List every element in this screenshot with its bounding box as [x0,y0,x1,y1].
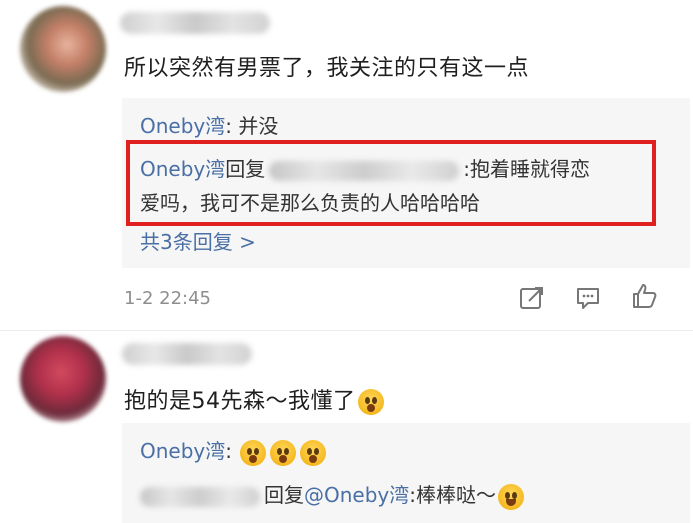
comment-icon[interactable] [574,284,602,312]
username-blurred[interactable] [120,12,270,34]
reply-action: 回复 [264,483,304,507]
reply-separator: : [225,439,239,463]
comment-item: 所以突然有男票了，我关注的只有这一点 Oneby湾: 并没 Oneby湾回复:抱… [0,0,693,330]
avatar[interactable] [20,6,106,92]
avatar[interactable] [20,336,106,422]
reply-item: Oneby湾: [140,435,328,466]
reply-content: :棒棒哒～ [409,483,497,507]
more-replies-link[interactable]: 共3条回复 > [140,226,256,255]
mention-link[interactable]: @Oneby湾 [304,483,409,507]
reply-content: 并没 [238,114,279,138]
author-blurred[interactable] [140,486,260,507]
reply-item: Oneby湾: 并没 [140,110,278,139]
thumbs-up-icon[interactable] [630,282,658,310]
comment-text: 抱的是54先森～我懂了 [124,383,386,415]
share-icon[interactable] [518,284,546,312]
reply-item: 回复@Oneby湾:棒棒哒～ [140,479,526,510]
reply-author-link[interactable]: Oneby湾 [140,439,225,463]
timestamp: 1-2 22:45 [124,288,211,309]
comment-text-content: 抱的是54先森～我懂了 [124,389,356,414]
reply-separator: : [225,114,239,138]
username-blurred[interactable] [122,343,252,365]
reply-box: Oneby湾: 回复@Oneby湾:棒棒哒～ [122,423,690,523]
comment-item: 抱的是54先森～我懂了 Oneby湾: 回复@Oneby湾:棒棒哒～ [0,331,693,523]
scream-emoji-icon [300,439,327,466]
scream-emoji-icon [357,389,384,415]
scream-emoji-icon [240,439,267,466]
highlight-frame [126,140,656,226]
comment-text: 所以突然有男票了，我关注的只有这一点 [124,56,530,81]
reply-author-link[interactable]: Oneby湾 [140,114,225,138]
grin-emoji-icon [498,483,525,510]
scream-emoji-icon [270,439,297,466]
